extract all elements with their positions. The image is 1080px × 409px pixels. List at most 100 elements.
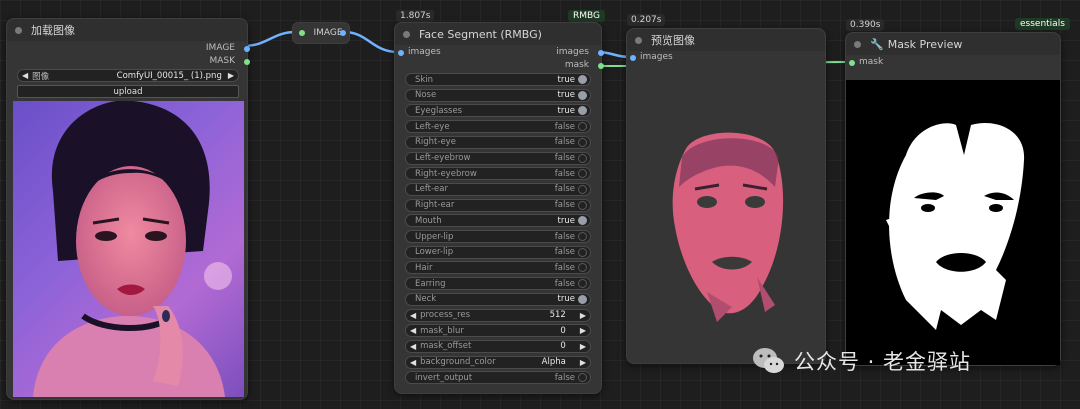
output-image-port[interactable] [244, 46, 250, 52]
mask-output-image [846, 80, 1060, 365]
toggle-label: Left-eyebrow [415, 153, 471, 163]
segmented-face-preview [672, 132, 784, 322]
load-image-header[interactable]: 加载图像 [7, 19, 247, 41]
number-value: 512 [549, 310, 566, 320]
toggle-knob-icon[interactable] [578, 153, 587, 163]
toggle-value: true [557, 90, 575, 101]
toggle-value: false [554, 168, 575, 179]
toggle-label: Lower-lip [415, 247, 454, 258]
toggle-hair[interactable]: Hair false [405, 261, 591, 275]
wechat-icon [753, 348, 784, 373]
reroute-node[interactable]: IMAGE [292, 22, 350, 44]
toggle-right-ear[interactable]: Right-ear false [405, 198, 591, 212]
toggle-knob-icon[interactable] [578, 247, 587, 257]
decrement-arrow-icon[interactable]: ◀ [410, 342, 416, 351]
preview-image-header[interactable]: 预览图像 [627, 29, 825, 51]
toggle-knob-icon[interactable] [578, 75, 587, 84]
toggle-knob-icon[interactable] [578, 232, 587, 241]
toggle-mouth[interactable]: Mouth true [405, 214, 591, 228]
face-input-images-port[interactable] [398, 50, 404, 56]
node-collapse-dot[interactable] [403, 30, 410, 38]
toggle-knob-icon[interactable] [578, 90, 587, 100]
toggle-right-eye[interactable]: Right-eye false [405, 135, 591, 149]
number-mask-blur[interactable]: ◀ mask_blur 0 ▶ [405, 324, 591, 338]
toggle-right-eyebrow[interactable]: Right-eyebrow false [405, 167, 591, 181]
number-value: Alpha [541, 357, 566, 368]
toggle-value: false [554, 278, 575, 289]
output-mask-port[interactable] [244, 59, 250, 65]
watermark: 公众号 · 老金驿站 [752, 346, 971, 376]
toggle-knob-icon[interactable] [578, 373, 587, 383]
toggle-lower-lip[interactable]: Lower-lip false [405, 245, 591, 259]
mask-preview-title: Mask Preview [887, 37, 963, 51]
toggle-value: false [554, 137, 575, 148]
load-image-node[interactable]: 加载图像 IMAGE MASK ◀ 图像 ComfyUI_00015_ (1).… [6, 18, 250, 400]
decrement-arrow-icon[interactable]: ◀ [410, 311, 416, 320]
toggle-label: Right-eyebrow [415, 168, 477, 179]
increment-arrow-icon[interactable]: ▶ [580, 311, 586, 320]
combo-right-arrow-icon[interactable]: ▶ [228, 71, 234, 80]
upload-button[interactable]: upload [17, 85, 239, 98]
toggle-eyeglasses[interactable]: Eyeglasses true [405, 104, 591, 118]
preview-input-images-port[interactable] [630, 55, 636, 61]
reroute-output-port[interactable] [340, 30, 346, 36]
combo-left-arrow-icon[interactable]: ◀ [22, 71, 28, 80]
face-output-mask-port[interactable] [598, 63, 604, 69]
increment-arrow-icon[interactable]: ▶ [580, 326, 586, 335]
output-image-label: IMAGE [205, 43, 235, 53]
face-node-badge: RMBG [568, 10, 606, 22]
increment-arrow-icon[interactable]: ▶ [580, 358, 586, 367]
number-background-color[interactable]: ◀ background_color Alpha ▶ [405, 355, 591, 369]
toggle-value: true [557, 294, 575, 305]
toggle-label: Right-ear [415, 200, 455, 211]
toggle-nose[interactable]: Nose true [405, 88, 591, 102]
toggle-knob-icon[interactable] [578, 106, 587, 116]
mask-preview-header[interactable]: 🔧 Mask Preview [846, 33, 1060, 55]
node-collapse-dot[interactable] [15, 26, 22, 34]
node-collapse-dot[interactable] [635, 36, 642, 44]
face-segment-title: Face Segment (RMBG) [419, 27, 542, 41]
preview-image-node[interactable]: 预览图像 images [626, 28, 826, 364]
number-mask-offset[interactable]: ◀ mask_offset 0 ▶ [405, 339, 591, 353]
face-segment-node[interactable]: Face Segment (RMBG) images images mask S… [394, 22, 604, 394]
number-label: mask_offset [420, 341, 472, 352]
toggle-upper-lip[interactable]: Upper-lip false [405, 230, 591, 243]
output-mask-label: MASK [209, 56, 235, 66]
toggle-label: Mouth [415, 215, 442, 226]
toggle-left-ear[interactable]: Left-ear false [405, 182, 591, 196]
decrement-arrow-icon[interactable]: ◀ [410, 326, 416, 335]
toggle-knob-icon[interactable] [578, 122, 587, 132]
toggle-knob-icon[interactable] [578, 279, 587, 289]
toggle-knob-icon[interactable] [578, 169, 587, 179]
toggle-skin[interactable]: Skin true [405, 73, 591, 86]
toggle-invert-output[interactable]: invert_output false [405, 371, 591, 385]
image-select-combo[interactable]: ◀ 图像 ComfyUI_00015_ (1).png ▶ [17, 69, 239, 82]
toggle-left-eyebrow[interactable]: Left-eyebrow false [405, 151, 591, 165]
toggle-knob-icon[interactable] [578, 263, 587, 273]
reroute-input-port[interactable] [299, 30, 306, 36]
toggle-value: false [554, 372, 575, 383]
toggle-neck[interactable]: Neck true [405, 292, 591, 306]
toggle-knob-icon[interactable] [578, 137, 587, 147]
node-collapse-dot[interactable] [854, 40, 861, 48]
wire-image-to-reroute [242, 30, 297, 48]
toggle-value: false [554, 231, 575, 242]
decrement-arrow-icon[interactable]: ◀ [410, 358, 416, 367]
number-label: background_color [420, 357, 496, 368]
toggle-knob-icon[interactable] [578, 294, 587, 304]
number-process-res[interactable]: ◀ process_res 512 ▶ [405, 308, 591, 322]
toggle-knob-icon[interactable] [578, 200, 587, 210]
mask-preview-node[interactable]: 🔧 Mask Preview mask [845, 32, 1061, 366]
toggle-knob-icon[interactable] [578, 184, 587, 194]
toggle-left-eye[interactable]: Left-eye false [405, 120, 591, 134]
toggle-value: true [557, 105, 575, 116]
face-output-images-port[interactable] [598, 50, 604, 56]
face-segment-header[interactable]: Face Segment (RMBG) [395, 23, 601, 45]
toggle-earring[interactable]: Earring false [405, 277, 591, 291]
toggle-knob-icon[interactable] [578, 216, 587, 226]
mask-node-time: 0.390s [846, 19, 885, 31]
toggle-label: Neck [415, 294, 437, 305]
face-output-images-label: images [556, 47, 589, 57]
mask-input-port[interactable] [849, 60, 855, 66]
increment-arrow-icon[interactable]: ▶ [580, 342, 586, 351]
